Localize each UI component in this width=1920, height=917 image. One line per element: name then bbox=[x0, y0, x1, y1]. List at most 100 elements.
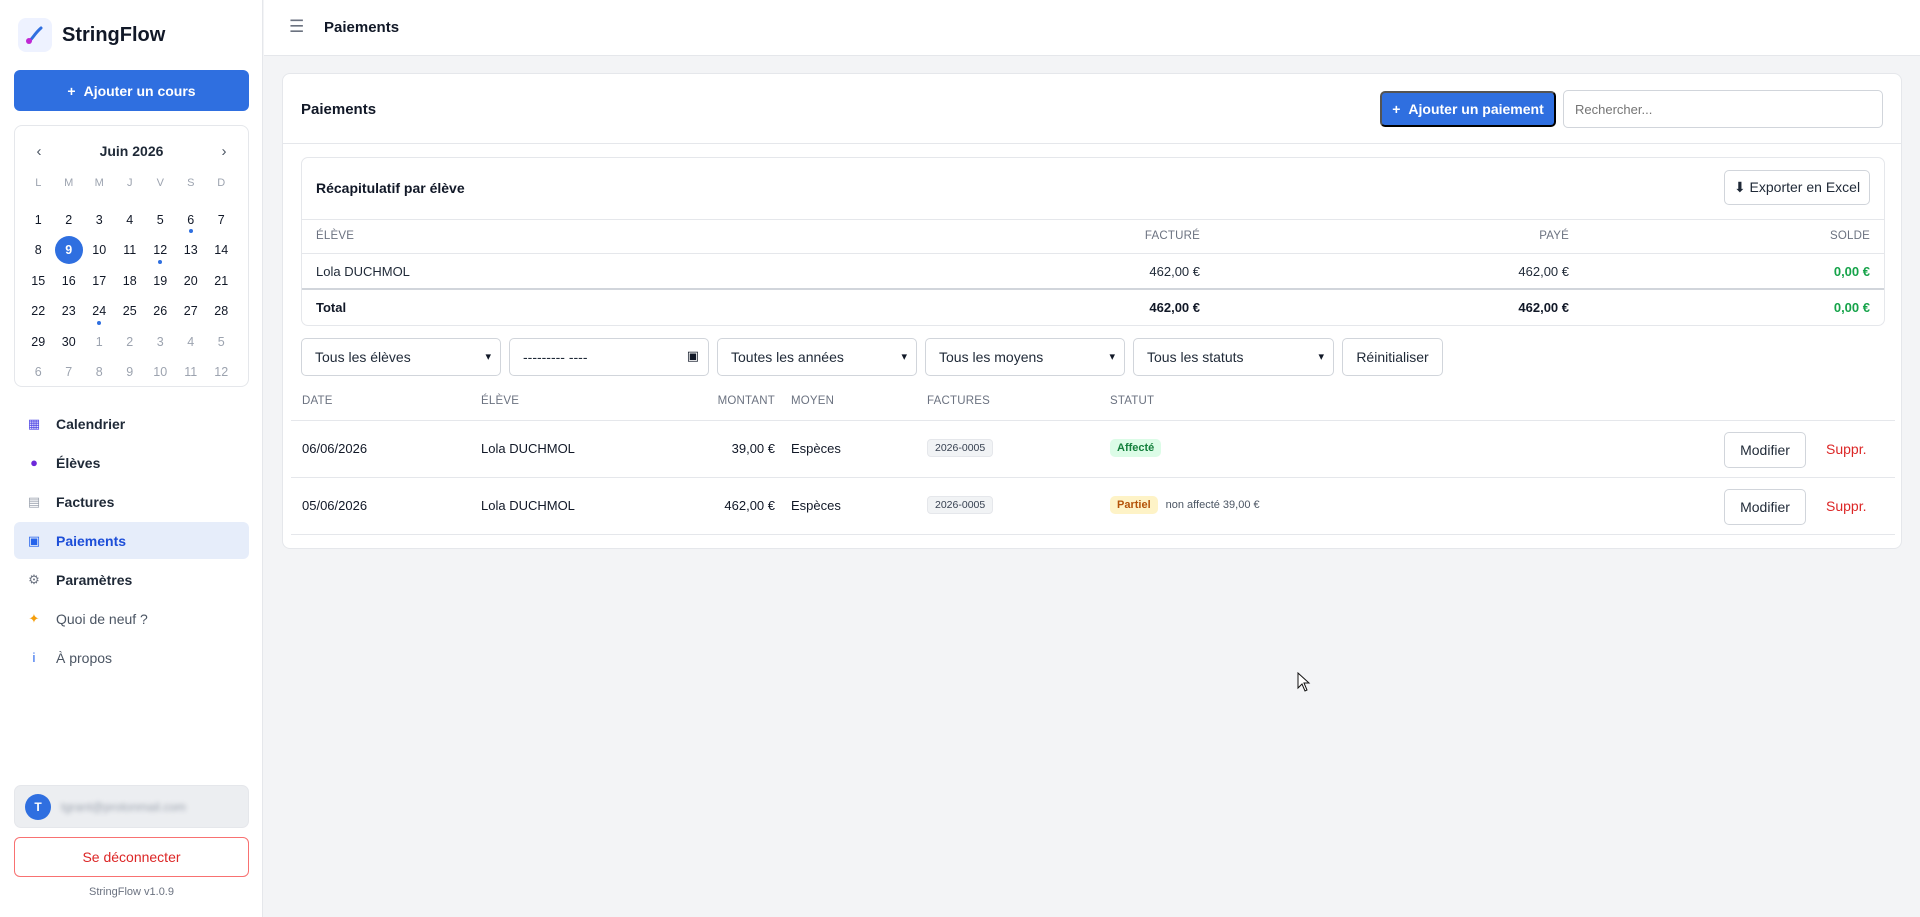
reset-filters-button[interactable]: Réinitialiser bbox=[1342, 338, 1443, 376]
calendar-day[interactable]: 4 bbox=[115, 205, 146, 236]
student-filter-value: Tous les élèves bbox=[315, 349, 411, 365]
calendar-day[interactable]: 4 bbox=[176, 327, 207, 358]
edit-button[interactable]: Modifier bbox=[1724, 432, 1806, 468]
calendar-day[interactable]: 15 bbox=[23, 266, 54, 297]
sidebar-item-calendrier[interactable]: ▦ Calendrier bbox=[14, 405, 249, 442]
hamburger-menu-icon[interactable]: ☰ bbox=[289, 17, 304, 37]
calendar-next-button[interactable]: › bbox=[214, 143, 234, 160]
search-input[interactable] bbox=[1563, 90, 1883, 128]
user-account[interactable]: T tgrant@protonmail.com bbox=[14, 785, 249, 828]
calendar-day[interactable]: 1 bbox=[23, 205, 54, 236]
calendar-day[interactable]: 26 bbox=[145, 296, 176, 327]
year-filter-select[interactable]: Toutes les années ▾ bbox=[717, 338, 917, 376]
month-filter-value: --------- ---- bbox=[523, 349, 588, 365]
calendar-day[interactable]: 13 bbox=[176, 235, 207, 266]
sidebar-item-quoi-de-neuf[interactable]: ✦ Quoi de neuf ? bbox=[14, 600, 249, 637]
calendar-day[interactable]: 14 bbox=[206, 235, 237, 266]
export-excel-button[interactable]: ⬇ Exporter en Excel bbox=[1724, 170, 1870, 205]
calendar-day[interactable]: 12 bbox=[206, 357, 237, 388]
calendar-day[interactable]: 27 bbox=[176, 296, 207, 327]
calendar-day[interactable]: 7 bbox=[206, 205, 237, 236]
weekday-label: D bbox=[217, 177, 226, 189]
info-icon: i bbox=[32, 650, 36, 665]
calendar-day[interactable]: 11 bbox=[115, 235, 146, 266]
total-billed: 462,00 € bbox=[1149, 300, 1200, 315]
sidebar: StringFlow + Ajouter un cours ‹ Juin 202… bbox=[0, 0, 263, 917]
edit-button[interactable]: Modifier bbox=[1724, 489, 1806, 525]
calendar-day[interactable]: 22 bbox=[23, 296, 54, 327]
summary-balance: 0,00 € bbox=[1833, 264, 1870, 279]
student-summary: Récapitulatif par élève ⬇ Exporter en Ex… bbox=[301, 157, 1885, 326]
calendar-day[interactable]: 2 bbox=[115, 327, 146, 358]
status-filter-value: Tous les statuts bbox=[1147, 349, 1244, 365]
payment-amount: 39,00 € bbox=[731, 441, 775, 456]
sidebar-item-à-propos[interactable]: i À propos bbox=[14, 639, 249, 676]
logout-button[interactable]: Se déconnecter bbox=[14, 837, 249, 877]
calendar-day[interactable]: 11 bbox=[176, 357, 207, 388]
calendar-day[interactable]: 29 bbox=[23, 327, 54, 358]
payment-date: 06/06/2026 bbox=[302, 441, 368, 456]
method-filter-value: Tous les moyens bbox=[939, 349, 1044, 365]
calendar-day[interactable]: 7 bbox=[54, 357, 85, 388]
calendar-day[interactable]: 21 bbox=[206, 266, 237, 297]
unassigned-note: non affecté 39,00 € bbox=[1165, 499, 1260, 511]
student-filter-select[interactable]: Tous les élèves ▾ bbox=[301, 338, 501, 376]
calendar-day[interactable]: 25 bbox=[115, 296, 146, 327]
page-title: Paiements bbox=[324, 19, 400, 36]
calendar-day[interactable]: 10 bbox=[84, 235, 115, 266]
add-payment-button[interactable]: + Ajouter un paiement bbox=[1380, 91, 1556, 127]
calendar-day[interactable]: 12 bbox=[145, 235, 176, 266]
calendar-day[interactable]: 10 bbox=[145, 357, 176, 388]
calendar-day[interactable]: 24 bbox=[84, 296, 115, 327]
calendar-day[interactable]: 17 bbox=[84, 266, 115, 297]
calendar-day[interactable]: 28 bbox=[206, 296, 237, 327]
calendar-day[interactable]: 3 bbox=[84, 205, 115, 236]
summary-total-row: Total 462,00 € 462,00 € 0,00 € bbox=[302, 288, 1884, 322]
col-status: STATUT bbox=[1110, 395, 1155, 407]
calendar-day[interactable]: 5 bbox=[206, 327, 237, 358]
sidebar-nav: ▦ Calendrier ● Élèves ▤ Factures ▣ Paiements ⚙ Pa… bbox=[14, 405, 249, 678]
sidebar-item-label: Élèves bbox=[56, 454, 101, 471]
brand[interactable]: StringFlow bbox=[18, 18, 165, 52]
payment-method: Espèces bbox=[791, 498, 841, 513]
calendar-header: ‹ Juin 2026 › bbox=[15, 143, 248, 163]
summary-row: Lola DUCHMOL 462,00 € 462,00 € 0,00 € bbox=[302, 253, 1884, 287]
calendar-day[interactable]: 19 bbox=[145, 266, 176, 297]
sidebar-item-élèves[interactable]: ● Élèves bbox=[14, 444, 249, 481]
calendar-day-today[interactable]: 9 bbox=[54, 235, 85, 266]
method-filter-select[interactable]: Tous les moyens ▾ bbox=[925, 338, 1125, 376]
calendar-day[interactable]: 2 bbox=[54, 205, 85, 236]
delete-link[interactable]: Suppr. bbox=[1826, 498, 1866, 514]
calendar-day[interactable]: 1 bbox=[84, 327, 115, 358]
calendar-day[interactable]: 9 bbox=[115, 357, 146, 388]
sidebar-item-paiements[interactable]: ▣ Paiements bbox=[14, 522, 249, 559]
calendar-day[interactable]: 16 bbox=[54, 266, 85, 297]
delete-link[interactable]: Suppr. bbox=[1826, 441, 1866, 457]
total-label: Total bbox=[316, 300, 347, 315]
user-email: tgrant@protonmail.com bbox=[61, 799, 186, 814]
calendar-day[interactable]: 18 bbox=[115, 266, 146, 297]
invoice-tag[interactable]: 2026-0005 bbox=[927, 496, 994, 514]
calendar-day[interactable]: 3 bbox=[145, 327, 176, 358]
add-course-button[interactable]: + Ajouter un cours bbox=[14, 70, 249, 111]
table-row: 06/06/2026 Lola DUCHMOL 39,00 € Espèces … bbox=[291, 421, 1895, 478]
sidebar-item-paramètres[interactable]: ⚙ Paramètres bbox=[14, 561, 249, 598]
calendar-day[interactable]: 8 bbox=[84, 357, 115, 388]
calendar-day[interactable]: 30 bbox=[54, 327, 85, 358]
calendar-day[interactable]: 6 bbox=[23, 357, 54, 388]
calendar-day[interactable]: 5 bbox=[145, 205, 176, 236]
calendar-day[interactable]: 6 bbox=[176, 205, 207, 236]
add-course-label: Ajouter un cours bbox=[83, 82, 196, 99]
payments-header-row: DATE ÉLÈVE MONTANT MOYEN FACTURES STATUT bbox=[291, 384, 1895, 421]
calendar-grid: L M M J V S D 1 2 3 4 5 6 7 8 9 10 11 12 13 14 15 16 17 18 19 20 21… bbox=[23, 174, 241, 388]
weekday-label: L bbox=[35, 177, 42, 189]
month-filter-input[interactable]: --------- ---- ▣ bbox=[509, 338, 709, 376]
calendar-day[interactable]: 8 bbox=[23, 235, 54, 266]
status-filter-select[interactable]: Tous les statuts ▾ bbox=[1133, 338, 1334, 376]
calendar-day[interactable]: 20 bbox=[176, 266, 207, 297]
invoice-tag[interactable]: 2026-0005 bbox=[927, 439, 994, 457]
calendar-day[interactable]: 23 bbox=[54, 296, 85, 327]
calendar-icon[interactable]: ▣ bbox=[687, 348, 699, 364]
chevron-down-icon: ▾ bbox=[1109, 351, 1115, 363]
sidebar-item-factures[interactable]: ▤ Factures bbox=[14, 483, 249, 520]
